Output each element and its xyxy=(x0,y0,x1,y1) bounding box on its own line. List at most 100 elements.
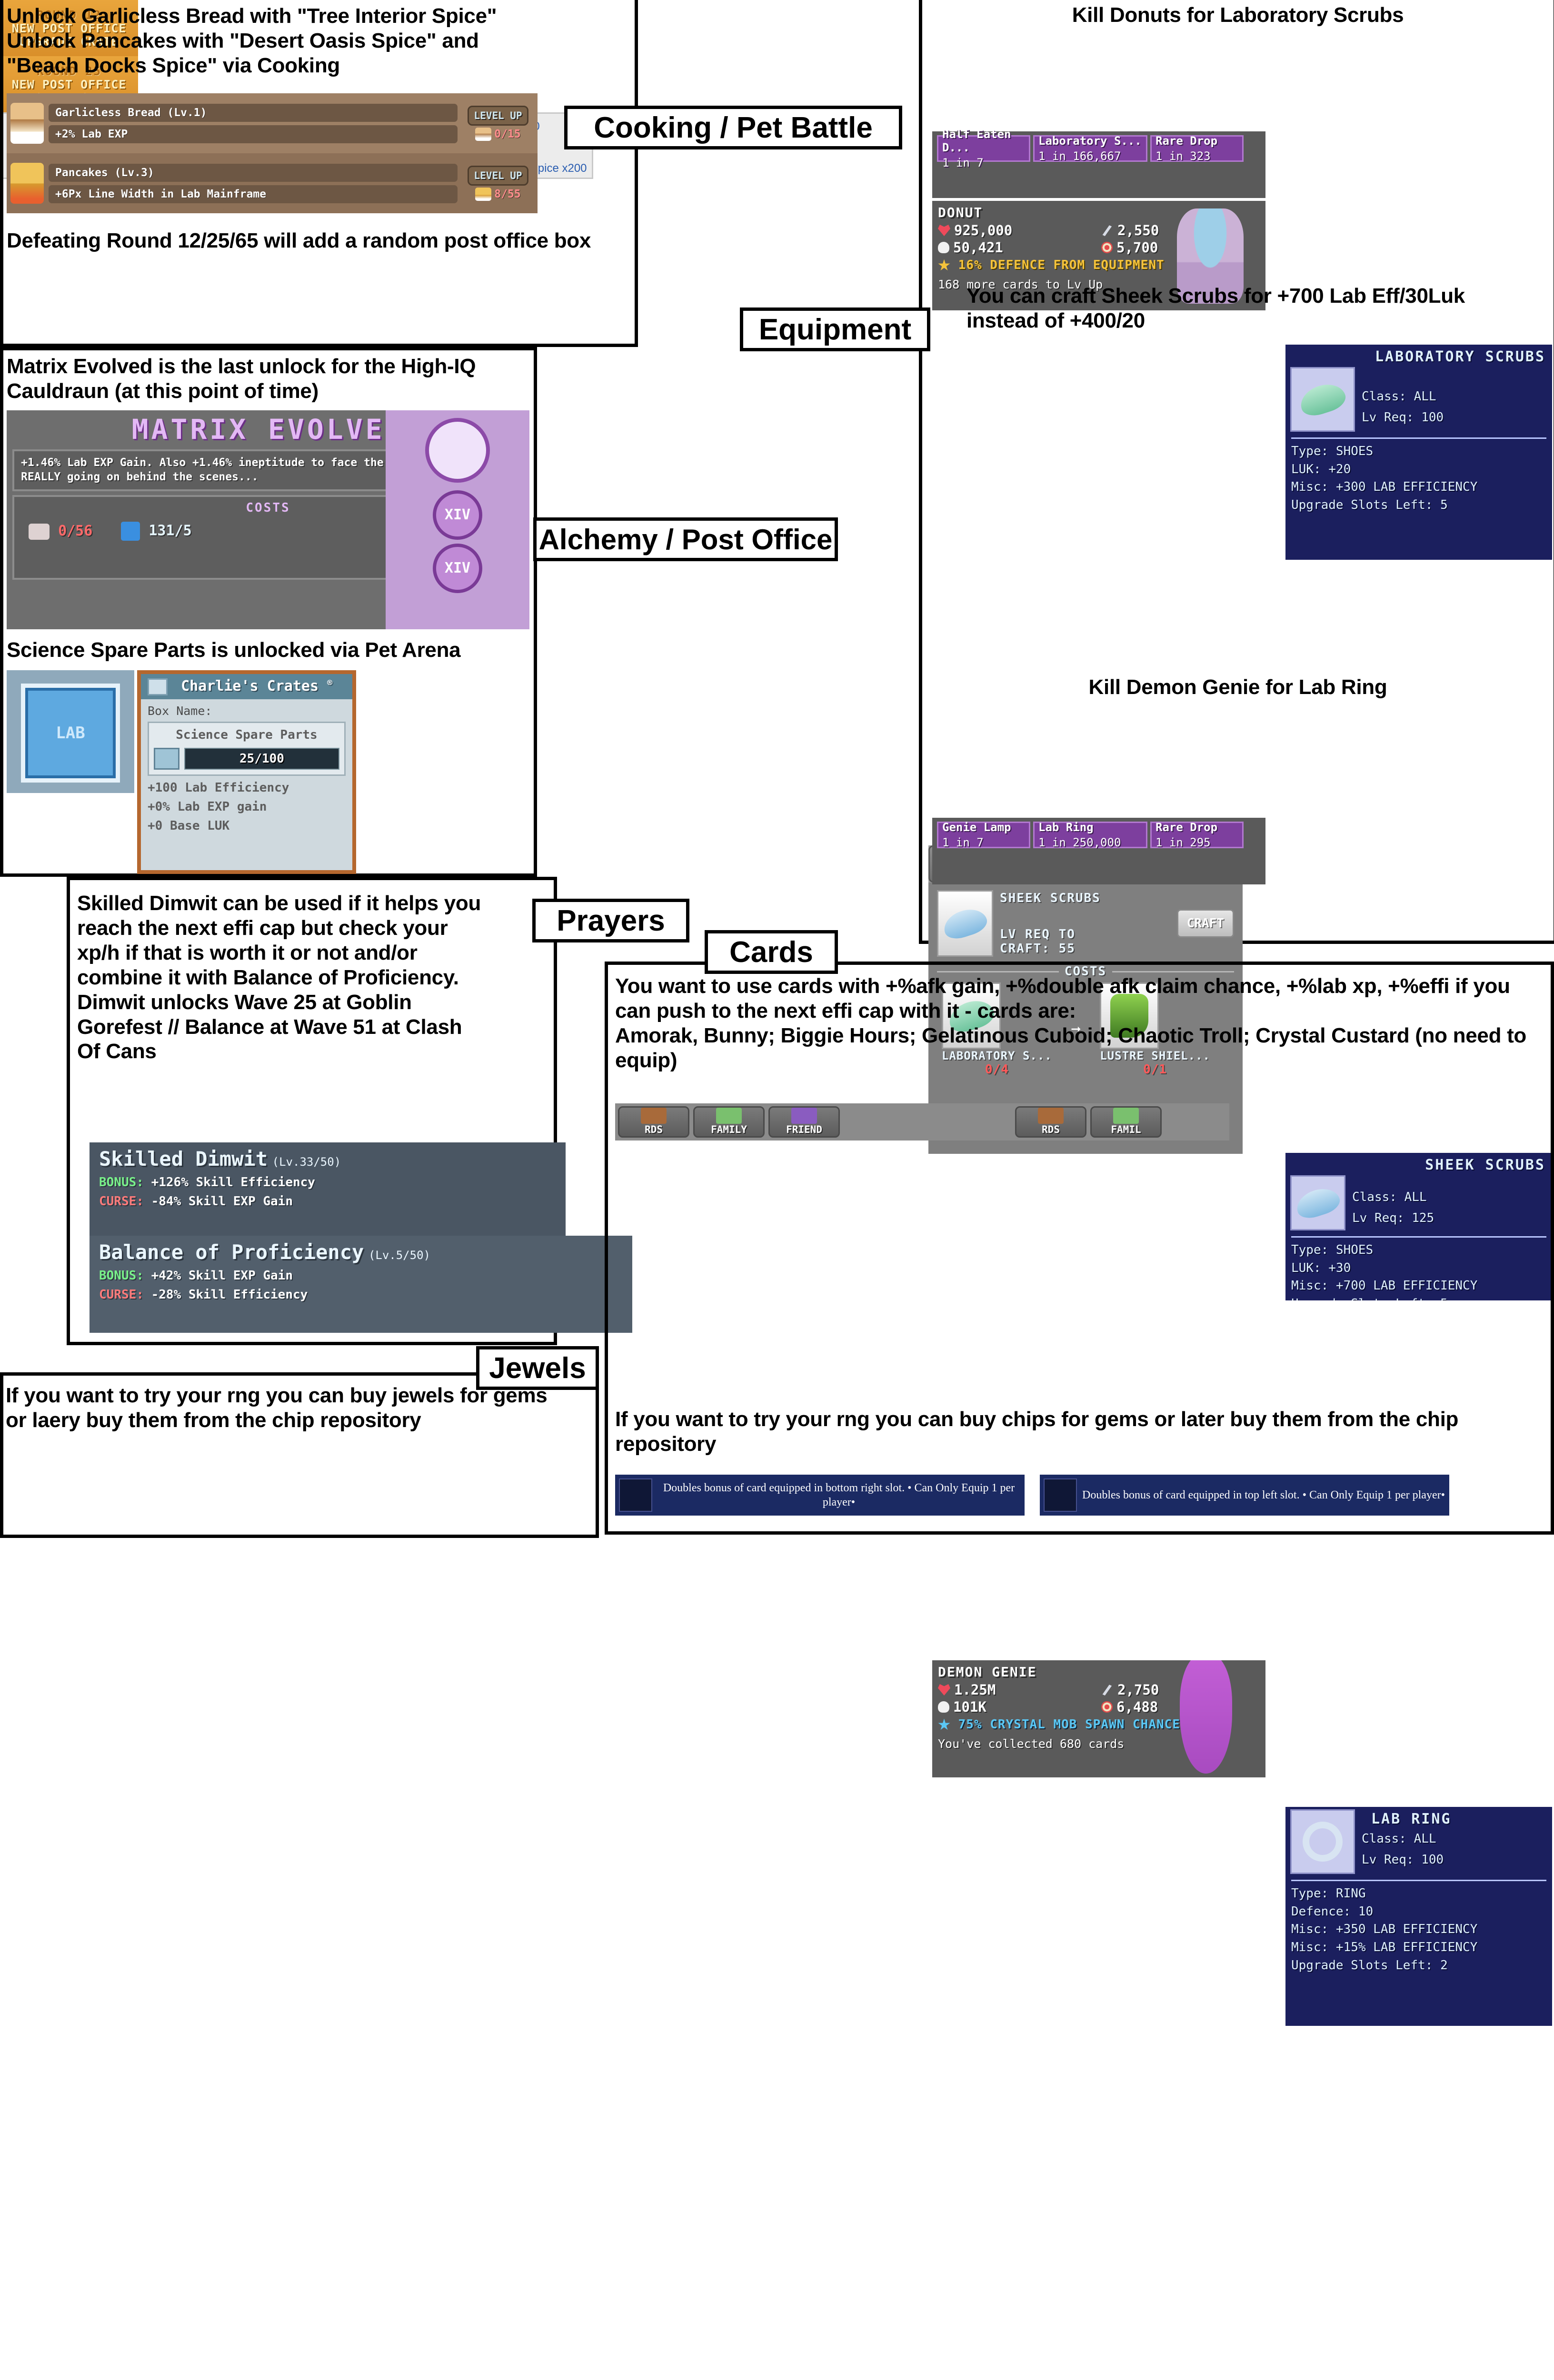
card-tab[interactable]: RDS xyxy=(1015,1106,1086,1138)
drop-item[interactable]: Rare Drop 1 in 295 xyxy=(1150,821,1244,849)
drop-rate: 1 in 323 xyxy=(1156,149,1211,163)
cooking-item-effect: +6Px Line Width in Lab Mainframe xyxy=(49,185,458,203)
equipment-class: Class: ALL xyxy=(1362,1832,1436,1846)
section-label-equipment: Equipment xyxy=(740,307,930,351)
lab-crate-icon: LAB xyxy=(21,684,120,783)
cooking-item-name: Garlicless Bread (Lv.1) xyxy=(49,103,458,122)
chip-card-top-left[interactable]: Doubles bonus of card equipped in top le… xyxy=(1040,1475,1449,1516)
card-tabs-strip: RDS FAMILY FRIEND RDS FAMIL xyxy=(615,1103,1229,1140)
equipment-lvreq: Lv Req: 100 xyxy=(1362,410,1444,425)
section-label-text: Cooking / Pet Battle xyxy=(594,111,873,144)
drop-rate: 1 in 7 xyxy=(942,156,984,169)
star-icon xyxy=(938,259,950,271)
prayer-name: Balance of Proficiency xyxy=(99,1240,364,1264)
cooking-item-effect: +2% Lab EXP xyxy=(49,125,458,143)
target-icon xyxy=(1101,1701,1113,1713)
heart-icon xyxy=(938,1684,950,1696)
note-cooking-unlock: Unlock Garlicless Bread with "Tree Inter… xyxy=(7,4,497,77)
divider xyxy=(1291,437,1546,439)
chip-icon xyxy=(1044,1478,1077,1512)
drop-name: Half Eaten D... xyxy=(942,128,1011,154)
skull-icon xyxy=(938,1701,949,1713)
family-tab-icon xyxy=(1113,1108,1139,1124)
laboratory-scrubs-tooltip: LABORATORY SCRUBS Class: ALL Lv Req: 100… xyxy=(1285,345,1552,560)
card-tab[interactable]: FAMILY xyxy=(693,1106,765,1138)
charlies-crates-header: Charlie's Crates ® xyxy=(141,674,352,699)
prayer-level: (Lv.33/50) xyxy=(272,1155,341,1169)
equipment-stat: Type: RING xyxy=(1291,1886,1366,1901)
equipment-stat: Upgrade Slots Left: 5 xyxy=(1291,498,1448,513)
prayer-curse: CURSE: -84% Skill EXP Gain xyxy=(99,1194,556,1209)
equipment-stat: Type: SHOES xyxy=(1291,444,1374,458)
sword-icon xyxy=(1102,1685,1112,1696)
mob-exp-value: 101K xyxy=(953,1699,986,1715)
note-cards: You want to use cards with +%afk gain, +… xyxy=(615,974,1527,1072)
cooking-row[interactable]: Garlicless Bread (Lv.1) +2% Lab EXP LEVE… xyxy=(7,93,538,153)
section-label-text: Equipment xyxy=(758,313,912,346)
cost-item-1: 0/56 xyxy=(29,523,92,540)
prayer-card-skilled-dimwit: Skilled Dimwit (Lv.33/50) BONUS: +126% S… xyxy=(90,1142,566,1236)
section-label-text: Cards xyxy=(729,935,813,969)
section-label-text: Alchemy / Post Office xyxy=(538,523,833,555)
card-tab[interactable]: FRIEND xyxy=(768,1106,840,1138)
equipment-lvreq: Lv Req: 100 xyxy=(1362,1853,1444,1867)
drop-rate: 1 in 250,000 xyxy=(1038,836,1121,849)
prayer-name: Skilled Dimwit xyxy=(99,1147,268,1170)
target-icon xyxy=(1101,242,1113,253)
equipment-stat: Misc: +300 LAB EFFICIENCY xyxy=(1291,480,1478,495)
equipment-class: Class: ALL xyxy=(1362,389,1436,404)
crate-stat: +0 Base LUK xyxy=(148,818,230,833)
equipment-meta: Class: ALL Lv Req: 100 xyxy=(1362,367,1444,432)
craft-button[interactable]: CRAFT xyxy=(1176,909,1234,938)
cooking-item-name: Pancakes (Lv.3) xyxy=(49,163,458,182)
bread-count-icon xyxy=(475,128,492,141)
lab-ring-icon xyxy=(1290,1809,1355,1874)
note-matrix-evolved: Matrix Evolved is the last unlock for th… xyxy=(7,355,476,403)
chip-card-bottom-right[interactable]: Doubles bonus of card equipped in bottom… xyxy=(615,1475,1025,1516)
prayer-bonus: BONUS: +42% Skill EXP Gain xyxy=(99,1269,623,1283)
cooking-item-count: 8/55 xyxy=(475,188,521,201)
drop-name: Lab Ring xyxy=(1038,821,1094,834)
star-icon xyxy=(938,1718,950,1730)
section-label-alchemy-post-office: Alchemy / Post Office xyxy=(533,517,838,561)
drop-item[interactable]: Half Eaten D... 1 in 7 xyxy=(937,128,1030,169)
drop-item[interactable]: Genie Lamp 1 in 7 xyxy=(937,821,1030,849)
mob-exp-value: 50,421 xyxy=(953,239,1003,256)
card-tab[interactable]: RDS xyxy=(618,1106,689,1138)
section-label-cooking-pet-battle: Cooking / Pet Battle xyxy=(564,106,902,149)
level-up-button[interactable]: LEVEL UP xyxy=(468,166,528,186)
mob-hp: 925,000 xyxy=(938,222,1096,238)
card-tab-label: FAMIL xyxy=(1111,1124,1141,1135)
level-up-button[interactable]: LEVEL UP xyxy=(468,106,528,126)
equipment-stats: Type: SHOES LUK: +20 Misc: +300 LAB EFFI… xyxy=(1285,443,1552,518)
section-label-cards: Cards xyxy=(705,930,838,974)
chip-description: Doubles bonus of card equipped in top le… xyxy=(1082,1489,1445,1501)
drop-rate: 1 in 295 xyxy=(1156,836,1211,849)
card-tab-label: FAMILY xyxy=(711,1124,747,1135)
drop-item[interactable]: Laboratory S... 1 in 166,667 xyxy=(1033,134,1147,163)
mob-hp: 1.25M xyxy=(938,1682,1096,1698)
drop-name: Rare Drop xyxy=(1156,821,1218,834)
crate-stat: +100 Lab Efficiency xyxy=(148,780,289,795)
prayer-card-balance-of-proficiency: Balance of Proficiency (Lv.5/50) BONUS: … xyxy=(90,1236,632,1333)
drop-item[interactable]: Rare Drop 1 in 323 xyxy=(1150,134,1244,163)
cooking-row[interactable]: Pancakes (Lv.3) +6Px Line Width in Lab M… xyxy=(7,153,538,213)
prayer-curse-value: -84% Skill EXP Gain xyxy=(151,1194,293,1209)
upgrade-box-icon xyxy=(154,747,179,770)
equipment-stat: Upgrade Slots Left: 2 xyxy=(1291,1958,1448,1973)
demon-genie-mob-panel: DEMON GENIE 1.25M 2,750 101K 6,488 75% C… xyxy=(932,1660,1265,1777)
drop-item[interactable]: Lab Ring 1 in 250,000 xyxy=(1033,821,1147,849)
prayer-bonus-label: BONUS: xyxy=(99,1175,144,1190)
registered-icon: ® xyxy=(327,678,332,688)
garlicless-bread-icon xyxy=(10,103,44,144)
cooking-count-text: 0/15 xyxy=(494,128,521,140)
mob-hp-value: 1.25M xyxy=(954,1682,996,1698)
drop-name: Rare Drop xyxy=(1156,134,1218,148)
crate-stat: +0% Lab EXP gain xyxy=(148,799,267,814)
cooking-item-count: 0/15 xyxy=(475,128,521,141)
card-tab[interactable]: FAMIL xyxy=(1090,1106,1162,1138)
family-tab-icon xyxy=(716,1108,742,1124)
box-name-value: Science Spare Parts xyxy=(176,727,318,742)
cost-item-2: 131/5 xyxy=(121,521,192,541)
craft-result-slot[interactable] xyxy=(937,890,993,957)
